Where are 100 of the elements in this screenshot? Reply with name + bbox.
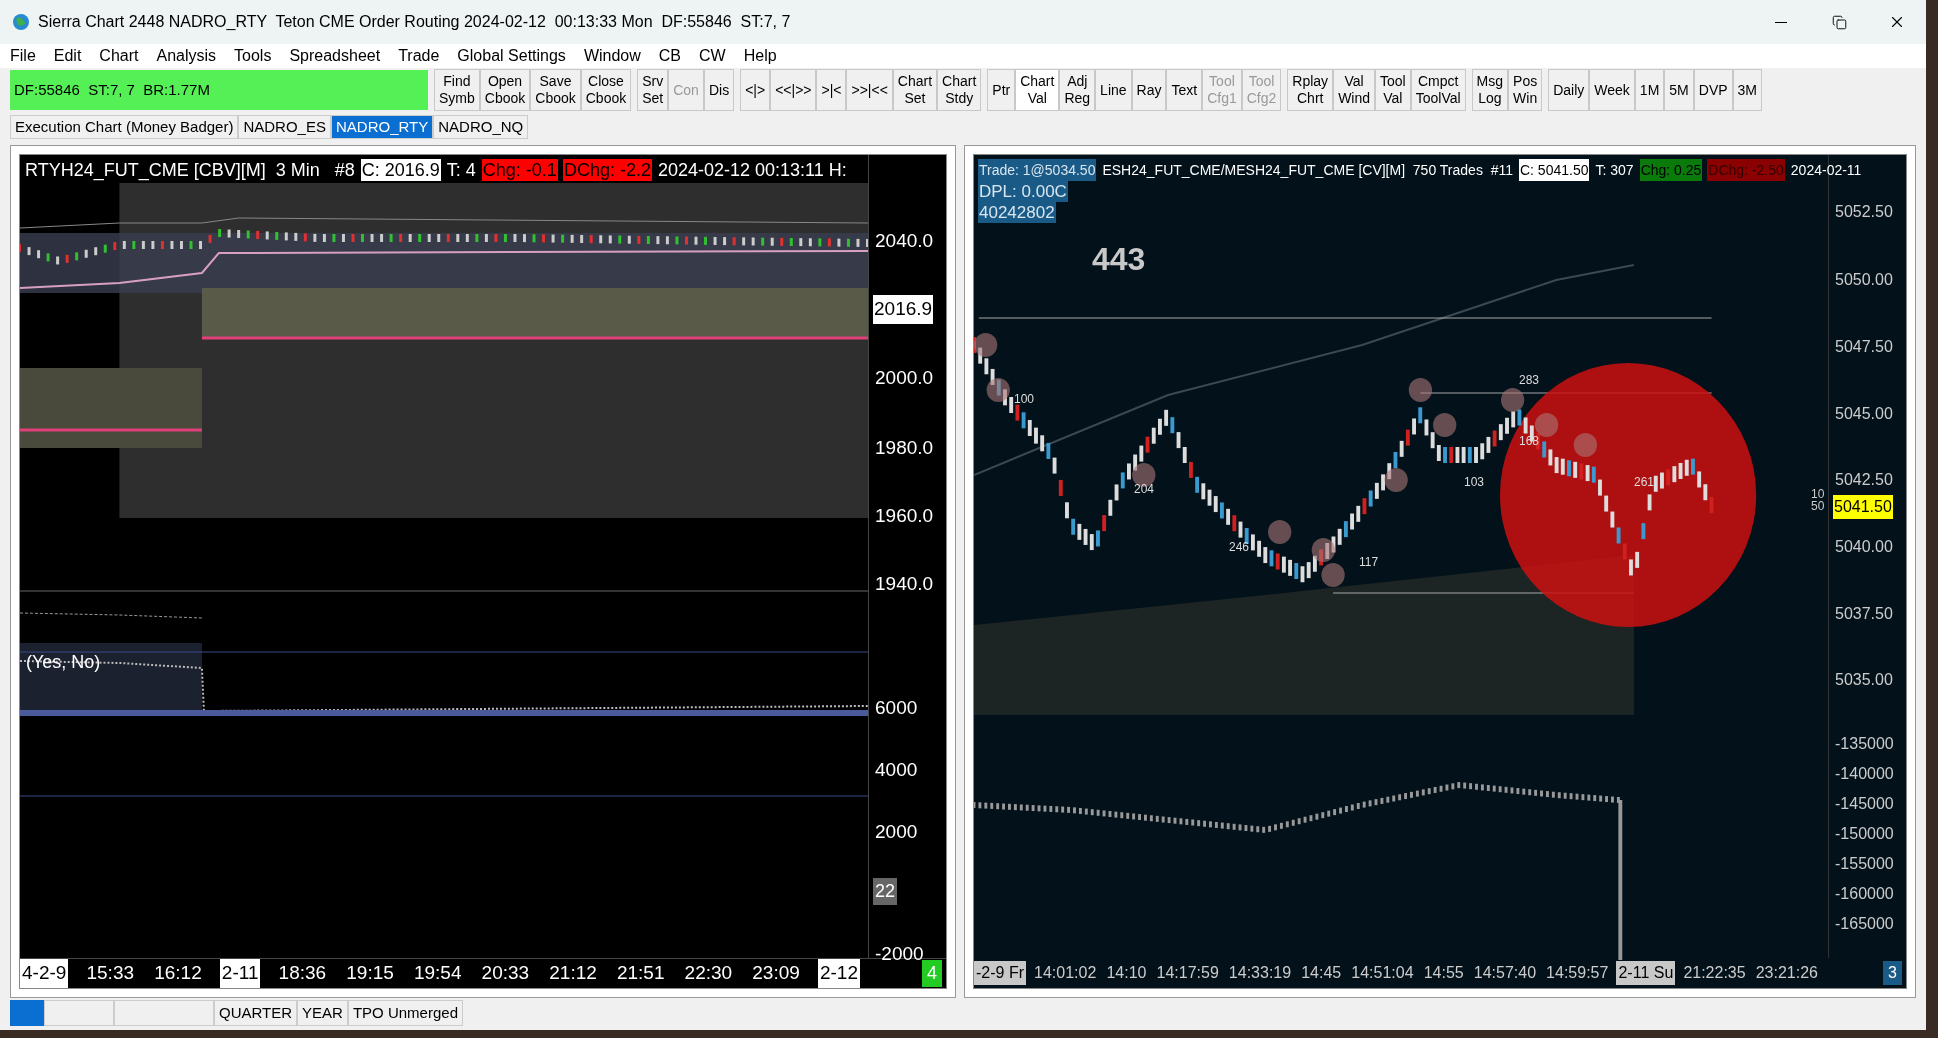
menu-item[interactable]: Edit [53, 44, 82, 68]
time-axis-label: 14:51:04 [1350, 963, 1415, 983]
time-axis-label: 14:55 [1422, 963, 1465, 983]
price-axis-label: 5052.50 [1835, 202, 1893, 222]
toolbar-button[interactable]: Ptr [987, 69, 1016, 111]
toolbar-button[interactable]: Adj Reg [1059, 69, 1096, 111]
price-axis-label: -145000 [1835, 794, 1894, 814]
info-text: 40242802 [978, 202, 1056, 223]
time-axis-label: 21:12 [548, 961, 598, 986]
price-axis-label: 2040.0 [875, 229, 934, 253]
toolbar-button[interactable]: 1M [1634, 69, 1665, 111]
big-number: 443 [1092, 240, 1146, 279]
toolbar-button[interactable]: Line [1095, 69, 1132, 111]
toolbar-button[interactable]: Tool Val [1375, 69, 1411, 111]
price-axis-label: -165000 [1835, 914, 1894, 934]
chart-header-text: C: 2016.9 [360, 159, 441, 181]
price-axis-label: -150000 [1835, 824, 1894, 844]
time-axis-label: 15:33 [85, 961, 136, 986]
price-axis-label: 1980.0 [875, 436, 934, 460]
toolbar-button[interactable]: Chart Val [1015, 69, 1060, 111]
menu-item[interactable]: CW [699, 44, 726, 68]
price-axis-label: 5047.50 [1835, 337, 1893, 357]
corner-badge: 3 [1883, 961, 1902, 985]
minimize-icon [1775, 21, 1787, 23]
toolbar-button[interactable]: Chart Set [892, 69, 938, 111]
price-axis-label: 2000 [875, 820, 918, 844]
bottom-tab[interactable] [44, 1000, 114, 1026]
menu-item[interactable]: Global Settings [457, 44, 566, 68]
toolbar-button[interactable]: Dis [703, 69, 735, 111]
time-axis-label: 14:57:40 [1472, 963, 1538, 983]
price-axis-label: -155000 [1835, 854, 1894, 874]
toolbar-button[interactable]: 5M [1664, 69, 1694, 111]
bottom-tab[interactable]: TPO Unmerged [347, 1000, 463, 1026]
toolbar-button[interactable]: Rplay Chrt [1287, 69, 1334, 111]
menu-item[interactable]: Analysis [156, 44, 217, 68]
toolbar-button[interactable]: Find Symb [434, 69, 480, 111]
menu-item[interactable]: File [10, 44, 36, 68]
bottom-tab[interactable] [10, 1000, 44, 1026]
toolbar-button[interactable]: Cmpct ToolVal [1410, 69, 1466, 111]
time-axis-label: 20:33 [480, 961, 531, 986]
bottom-tab[interactable]: YEAR [297, 1000, 348, 1026]
toolbar-button[interactable]: Msg Log [1471, 69, 1509, 111]
chart-header-text: Trade: 1@5034.50 [978, 159, 1097, 181]
chartbook-tab[interactable]: NADRO_RTY [330, 115, 434, 139]
menu-item[interactable]: Trade [398, 44, 440, 68]
time-axis-label: 4-2-9 [20, 959, 69, 988]
toolbar-button[interactable]: Close Cbook [580, 69, 632, 111]
price-axis-label: 5040.00 [1835, 537, 1893, 557]
toolbar-button[interactable]: <|> [740, 69, 771, 111]
chartbook-tab[interactable]: NADRO_NQ [433, 115, 529, 139]
menu-item[interactable]: Help [743, 44, 777, 68]
price-axis-label: -140000 [1835, 764, 1894, 784]
time-axis-label: 22:30 [683, 961, 734, 986]
toolbar-button[interactable]: Chart Stdy [937, 69, 982, 111]
time-axis-label: 21:51 [615, 961, 666, 986]
time-axis-label: 14:17:59 [1155, 963, 1220, 983]
toolbar-button[interactable]: <<|>> [770, 69, 817, 111]
toolbar-button[interactable]: Srv Set [637, 69, 669, 111]
chart-header-text: ESH24_FUT_CME/MESH24_FUT_CME [CV][M] 750 Trades #11 [1101, 161, 1514, 180]
time-axis-label: 14:10 [1105, 963, 1148, 983]
price-axis-label: 5050.00 [1835, 270, 1893, 290]
toolbar-button[interactable]: Ray [1131, 69, 1167, 111]
chart-label: 246 [1229, 539, 1250, 556]
toolbar-button[interactable]: Week [1589, 69, 1635, 111]
menu-item[interactable]: CB [658, 44, 681, 68]
toolbar-button[interactable]: Daily [1548, 69, 1590, 111]
toolbar-button[interactable]: DVP [1693, 69, 1733, 111]
bottom-tab[interactable] [114, 1000, 214, 1026]
time-axis-label: 2-12 [817, 959, 860, 988]
chart-header-text: T: 307 [1594, 161, 1635, 180]
price-axis-label: 5042.50 [1835, 470, 1893, 490]
toolbar-button[interactable]: Pos Win [1508, 69, 1543, 111]
chart-header-text: DChg: -2.50 [1707, 159, 1785, 181]
toolbar-button[interactable]: Open Cbook [479, 69, 531, 111]
toolbar-button[interactable]: Val Wind [1333, 69, 1376, 111]
time-axis-label: -2-9 Fr [974, 961, 1026, 985]
indicator-badge: 22 [873, 878, 898, 905]
bottom-tab[interactable]: QUARTER [214, 1000, 298, 1026]
price-axis-label: -160000 [1835, 884, 1894, 904]
menu-item[interactable]: Window [583, 44, 641, 68]
chartbook-tab[interactable]: Execution Chart (Money Badger) [10, 115, 239, 139]
price-axis-label: -135000 [1835, 734, 1894, 754]
menu-item[interactable]: Chart [99, 44, 139, 68]
time-axis-label: 19:15 [345, 961, 395, 986]
price-axis-label: 5045.00 [1835, 404, 1893, 424]
time-axis-label: 18:36 [277, 961, 328, 986]
time-axis-label: 14:45 [1300, 963, 1343, 983]
chartbook-tab[interactable]: NADRO_ES [238, 115, 331, 139]
time-axis-label: 14:33:19 [1227, 963, 1293, 983]
chart-header-text: Chg: -0.1 [481, 159, 558, 181]
marker-label: 10 [1811, 488, 1825, 500]
time-axis-label: 23:09 [751, 961, 801, 986]
time-axis-label: 21:22:35 [1682, 963, 1747, 983]
toolbar-button[interactable]: Save Cbook [530, 69, 581, 111]
menu-item[interactable]: Tools [234, 44, 272, 68]
toolbar-button[interactable]: >>|<< [846, 69, 893, 111]
toolbar-button[interactable]: Text [1166, 69, 1203, 111]
toolbar-button[interactable]: 3M [1732, 69, 1762, 111]
menu-item[interactable]: Spreadsheet [289, 44, 381, 68]
toolbar-button[interactable]: >|< [816, 69, 847, 111]
